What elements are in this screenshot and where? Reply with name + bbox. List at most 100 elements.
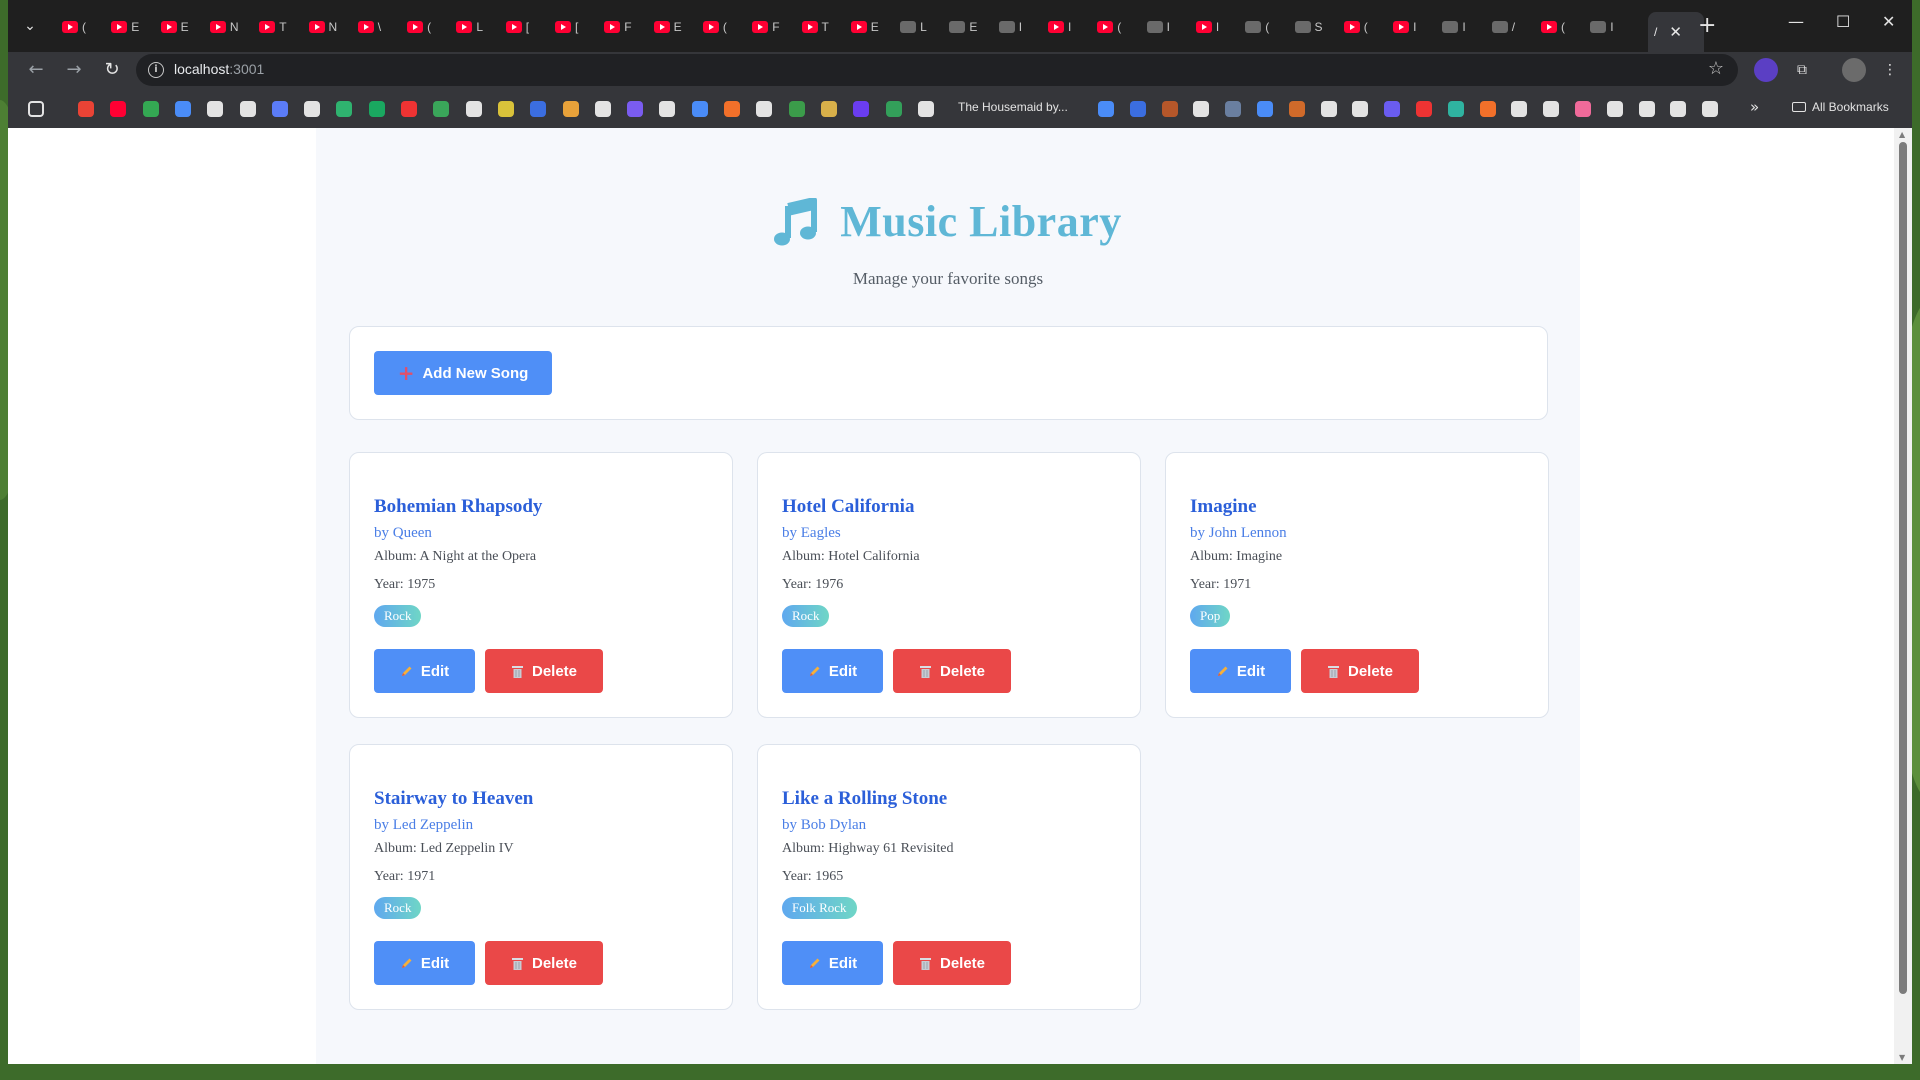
bookmark-favicon-icon[interactable] xyxy=(304,101,321,117)
bookmark-favicon-icon[interactable] xyxy=(853,101,870,117)
reload-icon[interactable]: ↻ xyxy=(98,56,126,84)
edit-button[interactable]: Edit xyxy=(782,941,883,985)
tab[interactable]: E xyxy=(648,14,696,40)
tab[interactable]: S xyxy=(1289,14,1337,40)
tab[interactable]: \ xyxy=(352,14,400,40)
delete-button[interactable]: Delete xyxy=(485,941,603,985)
bookmark-favicon-icon[interactable] xyxy=(1320,101,1337,117)
tab[interactable]: I xyxy=(1387,14,1435,40)
bookmark-favicon-icon[interactable] xyxy=(1129,101,1146,117)
bookmark-favicon-icon[interactable] xyxy=(1098,101,1114,117)
bookmark-favicon-icon[interactable] xyxy=(691,101,708,117)
tab[interactable]: ( xyxy=(401,14,449,40)
bookmark-favicon-icon[interactable] xyxy=(530,101,547,117)
tab[interactable]: ( xyxy=(1338,14,1386,40)
bookmark-favicon-icon[interactable] xyxy=(336,101,353,117)
bookmark-favicon-icon[interactable] xyxy=(1288,101,1305,117)
bookmark-favicon-icon[interactable] xyxy=(1606,101,1623,117)
edit-button[interactable]: Edit xyxy=(782,649,883,693)
tab[interactable]: T xyxy=(796,14,844,40)
tab[interactable]: ( xyxy=(1091,14,1139,40)
bookmark-favicon-icon[interactable] xyxy=(1257,101,1273,117)
tab[interactable]: E xyxy=(105,14,153,40)
delete-button[interactable]: Delete xyxy=(485,649,603,693)
bookmark-favicon-icon[interactable] xyxy=(497,101,514,117)
tab[interactable]: [ xyxy=(549,14,597,40)
bookmark-favicon-icon[interactable] xyxy=(78,101,94,117)
bookmark-favicon-icon[interactable] xyxy=(401,101,417,117)
bookmark-favicon-icon[interactable] xyxy=(1352,101,1369,117)
extension-icon[interactable] xyxy=(1754,58,1778,82)
site-info-icon[interactable]: i xyxy=(148,62,164,78)
extensions-puzzle-icon[interactable]: ⧉ xyxy=(1790,58,1814,82)
tab[interactable]: ( xyxy=(1535,14,1583,40)
bookmark-favicon-icon[interactable] xyxy=(1479,101,1496,117)
apps-grid-icon[interactable] xyxy=(28,101,44,117)
bookmark-favicon-icon[interactable] xyxy=(724,101,740,117)
bookmark-favicon-icon[interactable] xyxy=(788,101,805,117)
tab[interactable]: N xyxy=(204,14,252,40)
bookmark-favicon-icon[interactable] xyxy=(885,101,902,117)
bookmark-favicon-icon[interactable] xyxy=(142,101,159,117)
bookmark-favicon-icon[interactable] xyxy=(174,101,191,117)
tab[interactable]: I xyxy=(1141,14,1189,40)
bookmark-favicon-icon[interactable] xyxy=(1543,101,1560,117)
scrollbar-thumb[interactable] xyxy=(1899,142,1907,994)
tab[interactable]: T xyxy=(253,14,301,40)
bookmark-favicon-icon[interactable] xyxy=(594,101,611,117)
tab[interactable]: ( xyxy=(697,14,745,40)
tab[interactable]: E xyxy=(155,14,203,40)
tab[interactable]: F xyxy=(746,14,794,40)
bookmark-favicon-icon[interactable] xyxy=(1638,101,1655,117)
minimize-button[interactable]: — xyxy=(1788,12,1804,31)
tab[interactable]: N xyxy=(303,14,351,40)
bookmark-favicon-icon[interactable] xyxy=(271,101,288,117)
forward-icon[interactable]: → xyxy=(60,56,88,84)
bookmark-favicon-icon[interactable] xyxy=(1161,101,1178,117)
bookmark-favicon-icon[interactable] xyxy=(756,101,773,117)
new-tab-button[interactable]: + xyxy=(1698,14,1716,38)
edit-button[interactable]: Edit xyxy=(1190,649,1291,693)
delete-button[interactable]: Delete xyxy=(893,649,1011,693)
scroll-up-icon[interactable]: ▲ xyxy=(1899,130,1905,139)
edit-button[interactable]: Edit xyxy=(374,649,475,693)
bookmark-favicon-icon[interactable] xyxy=(1416,101,1432,117)
tab[interactable]: I xyxy=(1042,14,1090,40)
edit-button[interactable]: Edit xyxy=(374,941,475,985)
bookmark-star-icon[interactable]: ☆ xyxy=(1708,58,1724,79)
bookmark-favicon-icon[interactable] xyxy=(433,101,450,117)
tab[interactable]: I xyxy=(1190,14,1238,40)
tab[interactable]: F xyxy=(598,14,646,40)
bookmark-favicon-icon[interactable] xyxy=(820,101,837,117)
tab-active[interactable]: / ✕ xyxy=(1648,12,1704,52)
tab[interactable]: [ xyxy=(500,14,548,40)
delete-button[interactable]: Delete xyxy=(893,941,1011,985)
bookmark-favicon-icon[interactable] xyxy=(627,101,644,117)
bookmark-favicon-icon[interactable] xyxy=(110,101,127,117)
bookmark-favicon-icon[interactable] xyxy=(917,101,934,117)
bookmark-favicon-icon[interactable] xyxy=(1193,101,1210,117)
bookmark-favicon-icon[interactable] xyxy=(207,101,224,117)
bookmark-favicon-icon[interactable] xyxy=(368,101,385,117)
tab[interactable]: L xyxy=(450,14,498,40)
bookmark-favicon-icon[interactable] xyxy=(1384,101,1401,117)
tab[interactable]: ( xyxy=(1239,14,1287,40)
address-bar[interactable]: i localhost:3001 ☆ xyxy=(136,54,1738,86)
tab[interactable]: L xyxy=(894,14,942,40)
tab[interactable]: E xyxy=(943,14,991,40)
tab[interactable]: / xyxy=(1486,14,1534,40)
bookmark-housemaid[interactable]: The Housemaid by... xyxy=(958,100,1068,114)
tab[interactable]: E xyxy=(845,14,893,40)
all-bookmarks-button[interactable]: All Bookmarks xyxy=(1792,100,1889,114)
bookmark-favicon-icon[interactable] xyxy=(1447,101,1464,117)
bookmark-favicon-icon[interactable] xyxy=(465,101,482,117)
tab[interactable]: I xyxy=(993,14,1041,40)
bookmark-favicon-icon[interactable] xyxy=(239,101,256,117)
tab-close-icon[interactable]: ✕ xyxy=(1669,23,1682,41)
menu-kebab-icon[interactable]: ⋮ xyxy=(1878,58,1902,82)
profile-avatar[interactable] xyxy=(1842,58,1866,82)
add-song-button[interactable]: + Add New Song xyxy=(374,351,552,395)
page-scrollbar[interactable]: ▲ ▼ xyxy=(1894,128,1912,1064)
tab-search-dropdown[interactable]: ⌄ xyxy=(18,14,42,38)
close-window-button[interactable]: ✕ xyxy=(1882,12,1895,31)
